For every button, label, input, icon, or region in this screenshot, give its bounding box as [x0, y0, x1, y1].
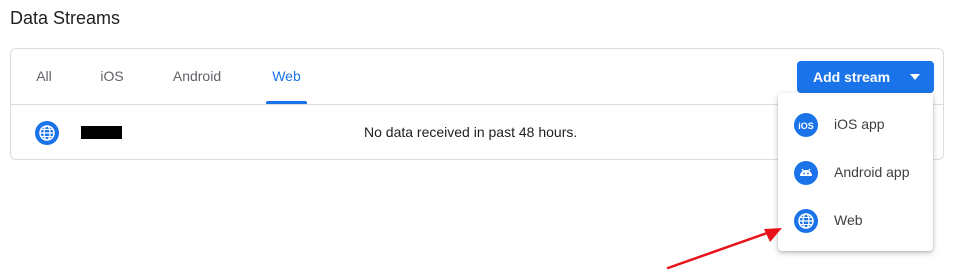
- page-title: Data Streams: [10, 8, 121, 28]
- svg-text:iOS: iOS: [798, 121, 814, 131]
- globe-icon: [35, 121, 59, 145]
- android-icon: [794, 161, 818, 185]
- add-stream-label: Add stream: [813, 69, 891, 85]
- menu-item-label: Web: [834, 212, 863, 228]
- add-stream-button[interactable]: Add stream: [797, 61, 934, 93]
- tab-web[interactable]: Web: [266, 49, 307, 104]
- add-stream-menu: iOS iOS app Android app Web: [778, 93, 933, 251]
- tab-android[interactable]: Android: [168, 49, 226, 104]
- annotation-arrow-icon: [666, 228, 782, 270]
- menu-item-android-app[interactable]: Android app: [778, 149, 933, 197]
- menu-item-label: iOS app: [834, 116, 885, 132]
- stream-status-text: No data received in past 48 hours.: [364, 124, 578, 140]
- menu-item-web[interactable]: Web: [778, 197, 933, 245]
- tab-ios[interactable]: iOS: [97, 49, 127, 104]
- ios-icon: iOS: [794, 113, 818, 137]
- globe-icon: [794, 209, 818, 233]
- menu-item-ios-app[interactable]: iOS iOS app: [778, 101, 933, 149]
- caret-down-icon: [910, 74, 920, 80]
- active-tab-indicator: [266, 101, 307, 104]
- menu-item-label: Android app: [834, 164, 910, 180]
- redacted-stream-name: [81, 126, 122, 139]
- tab-all[interactable]: All: [31, 49, 57, 104]
